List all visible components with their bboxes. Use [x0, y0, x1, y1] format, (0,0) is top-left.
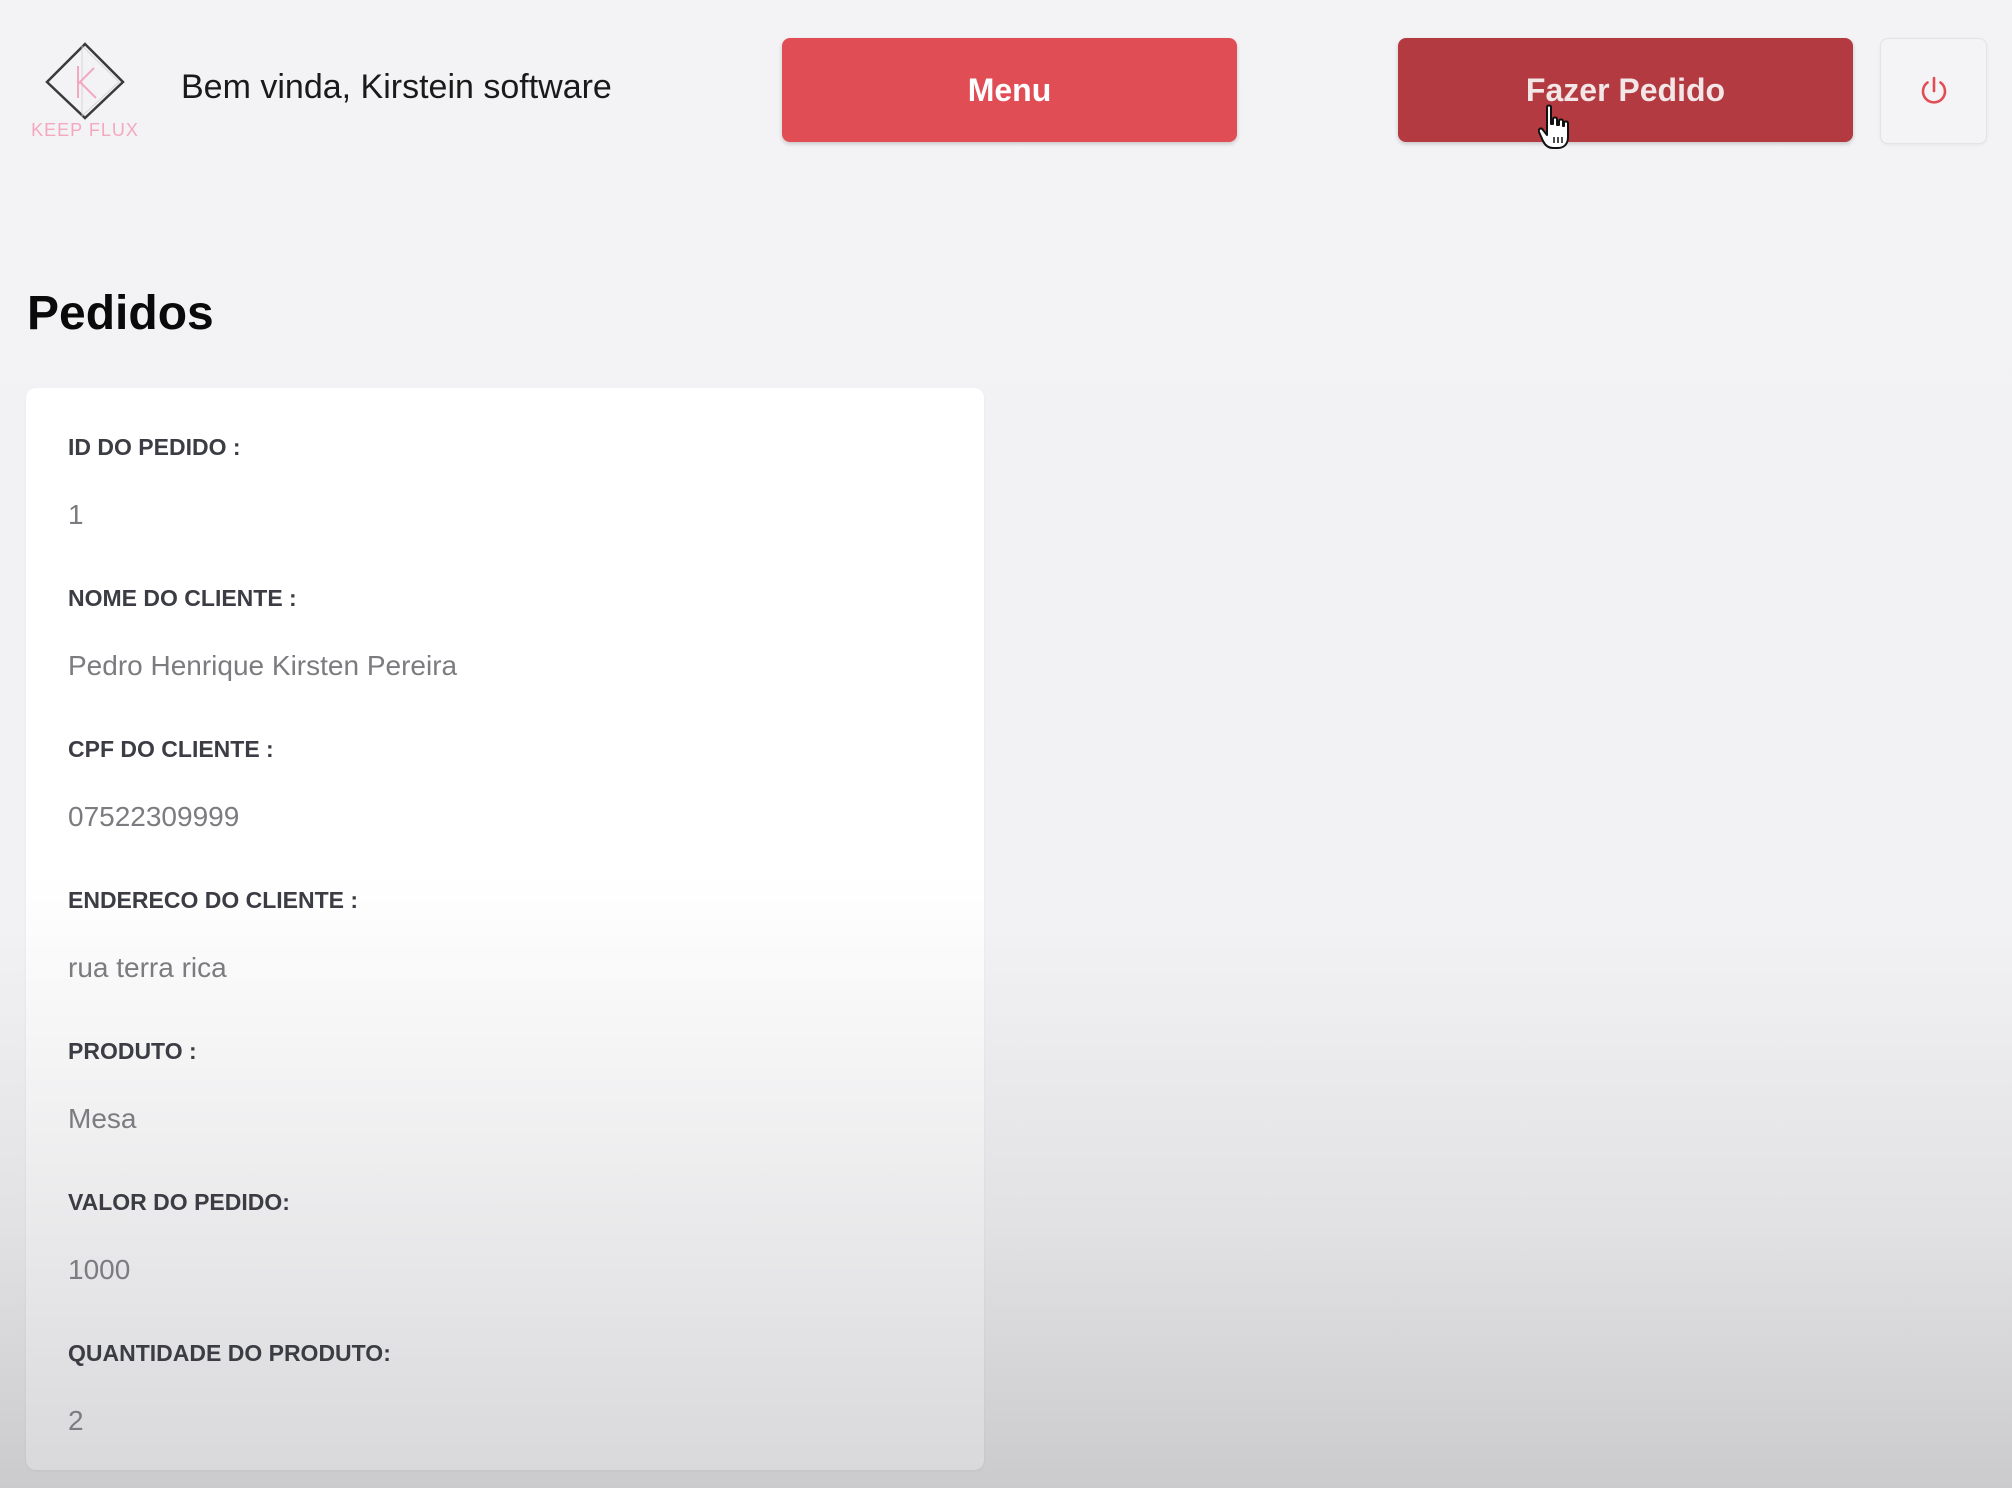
product-value: Mesa [68, 1103, 137, 1134]
customer-cpf-value: 07522309999 [68, 801, 240, 832]
order-id-value: 1 [68, 499, 84, 530]
brand-logo: KEEP FLUX [30, 40, 140, 144]
customer-address-field: ENDERECO DO CLIENTE : rua terra rica [68, 887, 358, 984]
product-quantity-label: QUANTIDADE DO PRODUTO: [68, 1340, 391, 1366]
product-field: PRODUTO : Mesa [68, 1038, 197, 1135]
customer-name-label: NOME DO CLIENTE : [68, 585, 297, 611]
product-quantity-field: QUANTIDADE DO PRODUTO: 2 [68, 1340, 391, 1437]
page-title: Pedidos [27, 287, 214, 340]
logo-diamond-icon [45, 42, 125, 120]
welcome-message: Bem vinda, Kirstein software [181, 68, 612, 106]
order-id-label: ID DO PEDIDO : [68, 434, 241, 460]
order-value-value: 1000 [68, 1254, 131, 1285]
customer-cpf-field: CPF DO CLIENTE : 07522309999 [68, 736, 274, 833]
customer-address-value: rua terra rica [68, 952, 227, 983]
order-value-label: VALOR DO PEDIDO: [68, 1189, 290, 1215]
menu-button[interactable]: Menu [782, 38, 1237, 142]
product-label: PRODUTO : [68, 1038, 197, 1064]
customer-name-value: Pedro Henrique Kirsten Pereira [68, 650, 458, 681]
logo-wordmark: KEEP FLUX [31, 120, 139, 140]
order-value-field: VALOR DO PEDIDO: 1000 [68, 1189, 290, 1286]
customer-cpf-label: CPF DO CLIENTE : [68, 736, 274, 762]
customer-name-field: NOME DO CLIENTE : Pedro Henrique Kirsten… [68, 585, 457, 682]
power-icon [1921, 76, 1946, 104]
order-card: ID DO PEDIDO : 1 NOME DO CLIENTE : Pedro… [26, 388, 984, 1470]
customer-address-label: ENDERECO DO CLIENTE : [68, 887, 359, 913]
order-id-field: ID DO PEDIDO : 1 [68, 434, 241, 531]
product-quantity-value: 2 [68, 1405, 84, 1436]
logout-button[interactable] [1880, 38, 1987, 144]
hand-cursor-icon [1538, 104, 1569, 149]
make-order-button[interactable]: Fazer Pedido [1398, 38, 1853, 142]
